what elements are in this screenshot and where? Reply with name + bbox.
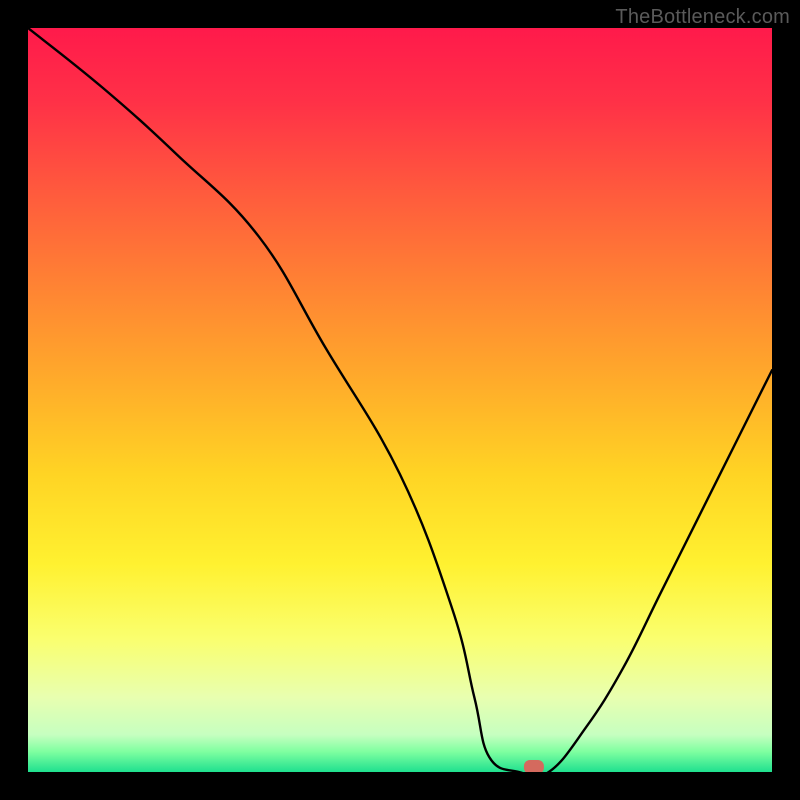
chart-svg [28, 28, 772, 772]
min-marker [524, 760, 544, 772]
plot-area [28, 28, 772, 772]
gradient-background [28, 28, 772, 772]
watermark-text: TheBottleneck.com [615, 6, 790, 29]
chart-frame: TheBottleneck.com [0, 0, 800, 800]
